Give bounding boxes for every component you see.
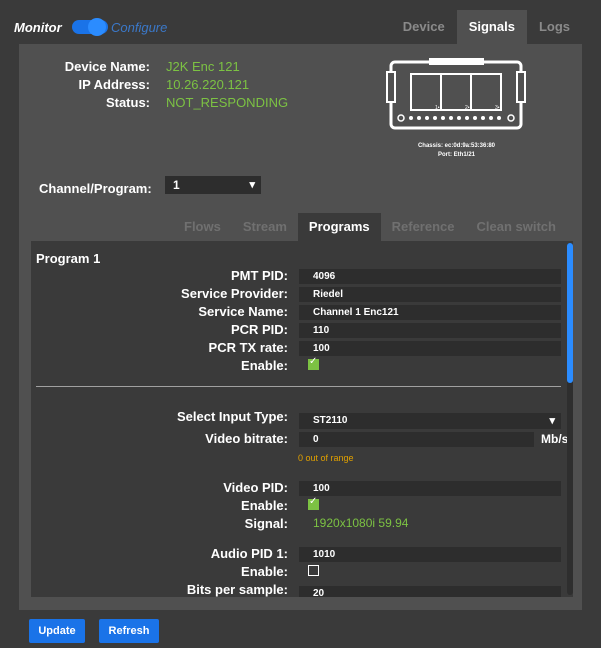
video-enable-label: Enable: [241,498,288,513]
port-label-2: 2• [465,105,470,111]
device-name-label: Device Name: [64,59,150,74]
port-label-3: 3• [495,105,500,111]
chevron-down-icon: ▾ [549,415,555,427]
mode-toggle-knob[interactable] [88,18,106,36]
bits-per-sample-input[interactable]: 20 [299,586,561,597]
pcr-tx-rate-input[interactable]: 100 [299,341,561,356]
device-name-value: J2K Enc 121 [166,59,240,74]
ip-address-value: 10.26.220.121 [166,77,250,92]
signals-panel: Device Name: J2K Enc 121 IP Address: 10.… [19,44,582,610]
chassis-port-icon: 1• 2• 3• [386,58,526,130]
main-tabs: Device Signals Logs [391,10,582,44]
video-bitrate-unit: Mb/s [541,432,569,446]
input-type-label: Select Input Type: [177,409,288,424]
update-button[interactable]: Update [29,619,85,643]
chassis-port: Port: Eth1/21 [437,152,475,158]
top-bar: Monitor Configure Device Signals Logs [0,0,601,44]
port-label-1: 1• [435,105,440,111]
service-provider-input[interactable]: Riedel [299,287,561,302]
refresh-button[interactable]: Refresh [99,619,159,643]
tab-device[interactable]: Device [391,10,457,44]
service-name-input[interactable]: Channel 1 Enc121 [299,305,561,320]
tab-reference[interactable]: Reference [381,213,466,241]
tab-clean-switch[interactable]: Clean switch [466,213,567,241]
device-info: Device Name: J2K Enc 121 IP Address: 10.… [19,59,319,113]
section-divider [36,386,561,387]
signal-label: Signal: [244,516,288,531]
ip-address-label: IP Address: [78,77,150,92]
tab-programs[interactable]: Programs [297,213,381,241]
service-provider-label: Service Provider: [181,286,288,301]
pcr-pid-input[interactable]: 110 [299,323,561,338]
signal-value: 1920x1080i 59.94 [313,516,409,530]
input-type-select[interactable]: ST2110 ▾ [299,413,561,429]
status-label: Status: [105,95,150,110]
video-pid-input[interactable]: 100 [299,481,561,496]
program-enable-label: Enable: [241,358,288,373]
pmt-pid-label: PMT PID: [230,268,288,283]
scrollbar-thumb[interactable] [567,243,573,383]
service-name-label: Service Name: [198,304,288,319]
video-bitrate-label: Video bitrate: [205,431,288,446]
chassis-diagram: 1• 2• 3• Chassis: ec:0d:9a:53:36:80 Port… [369,56,544,158]
audio-pid-label: Audio PID 1: [210,546,288,561]
program-title: Program 1 [36,251,101,266]
channel-program-select[interactable]: 1 ▾ [165,176,261,194]
programs-content: Program 1 PMT PID: 4096 Service Provider… [31,241,573,597]
monitor-mode-label: Monitor [14,20,62,35]
video-enable-checkbox[interactable] [308,496,319,510]
pcr-tx-rate-label: PCR TX rate: [208,340,288,355]
signal-subtabs: Flows Stream Programs Reference Clean sw… [173,213,567,241]
pmt-pid-input[interactable]: 4096 [299,269,561,284]
channel-program-value: 1 [173,178,180,192]
audio-enable-checkbox[interactable] [308,565,319,576]
video-pid-label: Video PID: [223,480,288,495]
tab-logs[interactable]: Logs [527,10,582,44]
tab-stream[interactable]: Stream [232,213,298,241]
audio-pid-input[interactable]: 1010 [299,547,561,562]
status-value: NOT_RESPONDING [166,95,289,110]
tab-signals[interactable]: Signals [456,10,527,44]
video-bitrate-warning: 0 out of range [298,453,354,463]
chevron-down-icon: ▾ [249,179,255,191]
bits-per-sample-label: Bits per sample: [186,582,288,597]
pcr-pid-label: PCR PID: [230,322,288,337]
video-bitrate-input[interactable]: 0 [299,432,534,447]
scrollbar[interactable] [567,243,573,595]
input-type-value: ST2110 [313,415,348,426]
program-enable-checkbox[interactable] [308,356,319,370]
chassis-id: Chassis: ec:0d:9a:53:36:80 [417,143,496,149]
tab-flows[interactable]: Flows [173,213,232,241]
audio-enable-label: Enable: [241,564,288,579]
channel-program-label: Channel/Program: [39,181,152,196]
configure-mode-label[interactable]: Configure [111,20,167,35]
